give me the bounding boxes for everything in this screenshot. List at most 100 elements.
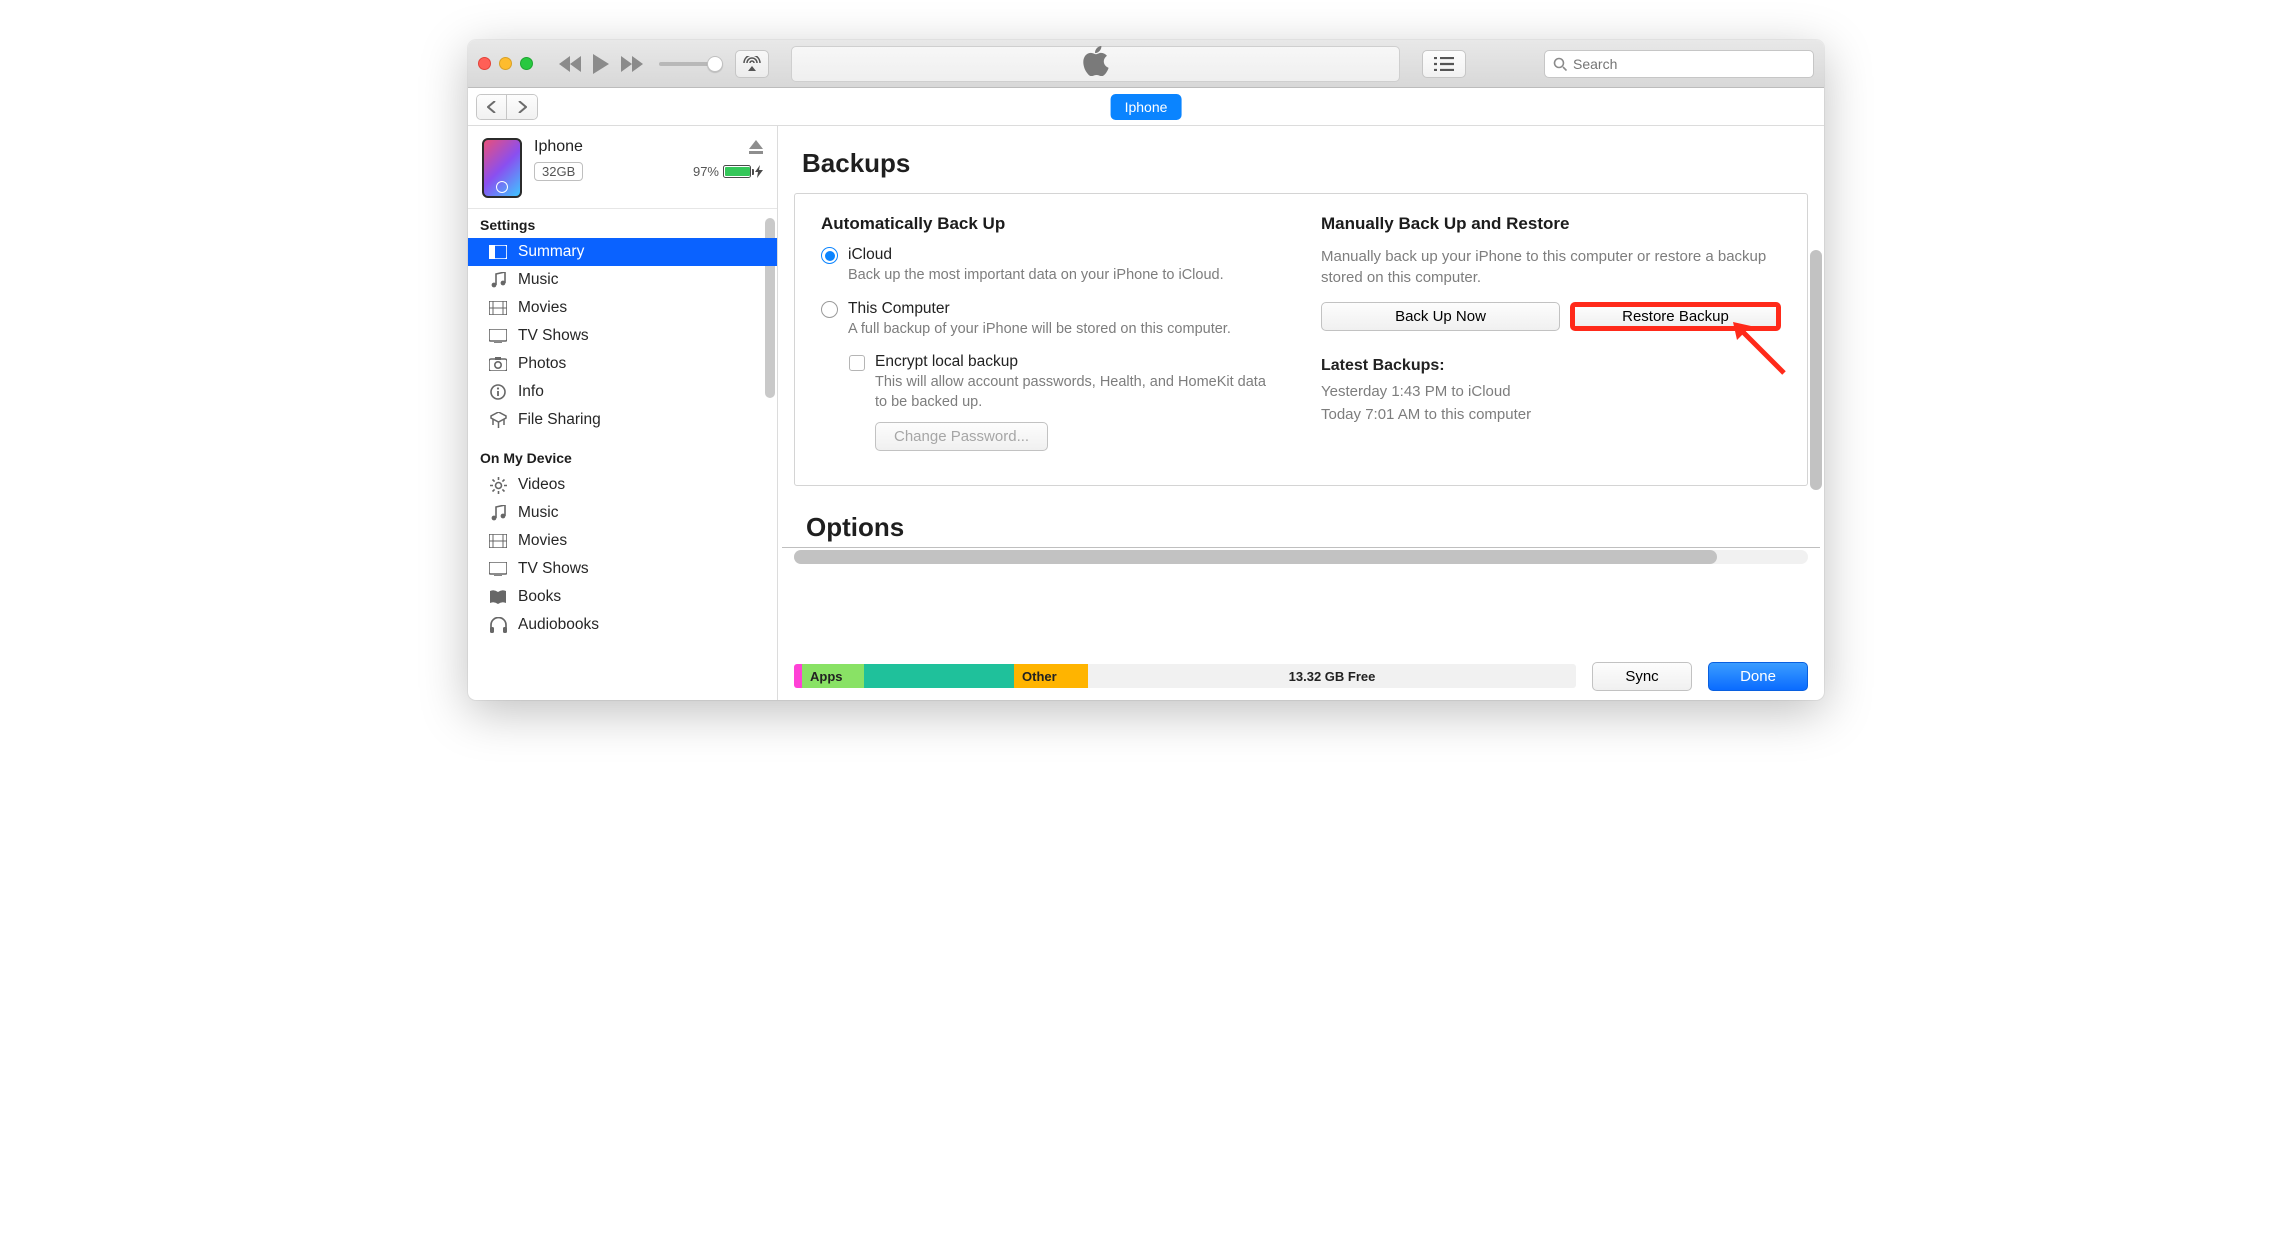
device-tab[interactable]: Iphone [1111, 94, 1182, 120]
sidebar-item-label: Info [518, 383, 544, 401]
search-icon [1553, 57, 1567, 71]
ondevice-section-header: On My Device [468, 442, 777, 471]
radio-this-computer[interactable] [821, 301, 838, 318]
capacity-badge: 32GB [534, 162, 583, 181]
battery-icon [723, 165, 751, 178]
horizontal-scrollbar[interactable] [794, 550, 1808, 564]
footer-bar: Apps Other 13.32 GB Free Sync Done [778, 652, 1824, 700]
sidebar-item-label: TV Shows [518, 560, 589, 578]
apple-logo-icon [1083, 46, 1109, 81]
sidebar-item-label: Audiobooks [518, 616, 599, 634]
sidebar-item-tvshows[interactable]: TV Shows [468, 322, 777, 350]
sidebar-item-movies[interactable]: Movies [468, 294, 777, 322]
icloud-option[interactable]: iCloud Back up the most important data o… [821, 246, 1281, 286]
options-heading: Options [782, 502, 1820, 548]
backups-card: Automatically Back Up iCloud Back up the… [794, 193, 1808, 486]
annotation-arrow-icon [1729, 318, 1789, 378]
sync-button[interactable]: Sync [1592, 662, 1692, 691]
nav-back-button[interactable] [477, 95, 507, 119]
toolbar-row: Iphone [468, 88, 1824, 126]
encrypt-option[interactable]: Encrypt local backup This will allow acc… [849, 353, 1281, 451]
icloud-label: iCloud [848, 246, 892, 263]
sidebar-item-label: Books [518, 588, 561, 606]
sidebar-item-label: Movies [518, 532, 567, 550]
storage-segment-photos [794, 664, 802, 688]
this-computer-description: A full backup of your iPhone will be sto… [848, 320, 1231, 340]
sidebar-item-label: Photos [518, 355, 566, 373]
sidebar-item-music[interactable]: Music [468, 266, 777, 294]
storage-segment-free: 13.32 GB Free [1088, 664, 1576, 688]
titlebar [468, 40, 1824, 88]
info-icon [488, 384, 508, 400]
rewind-button[interactable] [559, 56, 581, 72]
list-view-button[interactable] [1422, 50, 1466, 78]
storage-bar: Apps Other 13.32 GB Free [794, 664, 1576, 688]
tv-icon [488, 329, 508, 343]
change-password-button[interactable]: Change Password... [875, 422, 1048, 451]
radio-icloud[interactable] [821, 247, 838, 264]
auto-backup-heading: Automatically Back Up [821, 214, 1281, 234]
maximize-window-button[interactable] [520, 57, 533, 70]
device-thumbnail-icon [482, 138, 522, 198]
battery-percent: 97% [693, 164, 719, 179]
chevron-right-icon [517, 101, 527, 113]
checkbox-encrypt[interactable] [849, 355, 865, 371]
sidebar-item-music-device[interactable]: Music [468, 499, 777, 527]
airplay-button[interactable] [735, 50, 769, 78]
list-icon [1434, 57, 1454, 71]
minimize-window-button[interactable] [499, 57, 512, 70]
sidebar: Iphone 32GB 97% [468, 126, 778, 700]
sidebar-item-audiobooks[interactable]: Audiobooks [468, 611, 777, 639]
play-button[interactable] [593, 54, 609, 74]
sidebar-item-tvshows-device[interactable]: TV Shows [468, 555, 777, 583]
sidebar-item-photos[interactable]: Photos [468, 350, 777, 378]
gear-icon [488, 477, 508, 494]
sidebar-item-label: Music [518, 504, 558, 522]
nav-arrows [476, 94, 538, 120]
main-panel: Backups Automatically Back Up iCloud Bac… [778, 126, 1824, 700]
close-window-button[interactable] [478, 57, 491, 70]
manual-backup-description: Manually back up your iPhone to this com… [1321, 246, 1781, 288]
sidebar-item-videos[interactable]: Videos [468, 471, 777, 499]
back-up-now-button[interactable]: Back Up Now [1321, 302, 1560, 331]
sidebar-item-books[interactable]: Books [468, 583, 777, 611]
eject-button[interactable] [749, 140, 763, 154]
this-computer-label: This Computer [848, 300, 950, 317]
backups-heading: Backups [778, 126, 1824, 189]
tv-icon [488, 562, 508, 576]
music-icon [488, 272, 508, 288]
icloud-description: Back up the most important data on your … [848, 266, 1224, 286]
storage-segment-other: Other [1014, 664, 1088, 688]
headphones-icon [488, 617, 508, 633]
done-button[interactable]: Done [1708, 662, 1808, 691]
movies-icon [488, 301, 508, 315]
sidebar-item-label: Summary [518, 243, 584, 261]
volume-slider[interactable] [659, 62, 719, 66]
charging-icon [755, 165, 763, 178]
music-icon [488, 505, 508, 521]
search-input[interactable] [1573, 56, 1805, 72]
airplay-icon [743, 56, 761, 72]
eject-icon [749, 140, 763, 149]
sidebar-item-label: Videos [518, 476, 565, 494]
sidebar-item-label: TV Shows [518, 327, 589, 345]
sidebar-item-info[interactable]: Info [468, 378, 777, 406]
movies-icon [488, 534, 508, 548]
sidebar-item-summary[interactable]: Summary [468, 238, 777, 266]
device-name: Iphone [534, 138, 583, 156]
main-scrollbar[interactable] [1810, 250, 1822, 490]
sidebar-item-filesharing[interactable]: File Sharing [468, 406, 777, 434]
sidebar-item-movies-device[interactable]: Movies [468, 527, 777, 555]
filesharing-icon [488, 412, 508, 428]
search-field[interactable] [1544, 50, 1814, 78]
camera-icon [488, 357, 508, 371]
storage-segment-apps: Apps [802, 664, 864, 688]
latest-backups: Latest Backups: Yesterday 1:43 PM to iCl… [1321, 357, 1781, 426]
encrypt-label: Encrypt local backup [875, 353, 1018, 370]
now-playing-lcd [791, 46, 1400, 82]
nav-forward-button[interactable] [507, 95, 537, 119]
fast-forward-button[interactable] [621, 56, 643, 72]
battery-status: 97% [693, 164, 763, 179]
sidebar-item-label: File Sharing [518, 411, 601, 429]
this-computer-option[interactable]: This Computer A full backup of your iPho… [821, 300, 1281, 340]
